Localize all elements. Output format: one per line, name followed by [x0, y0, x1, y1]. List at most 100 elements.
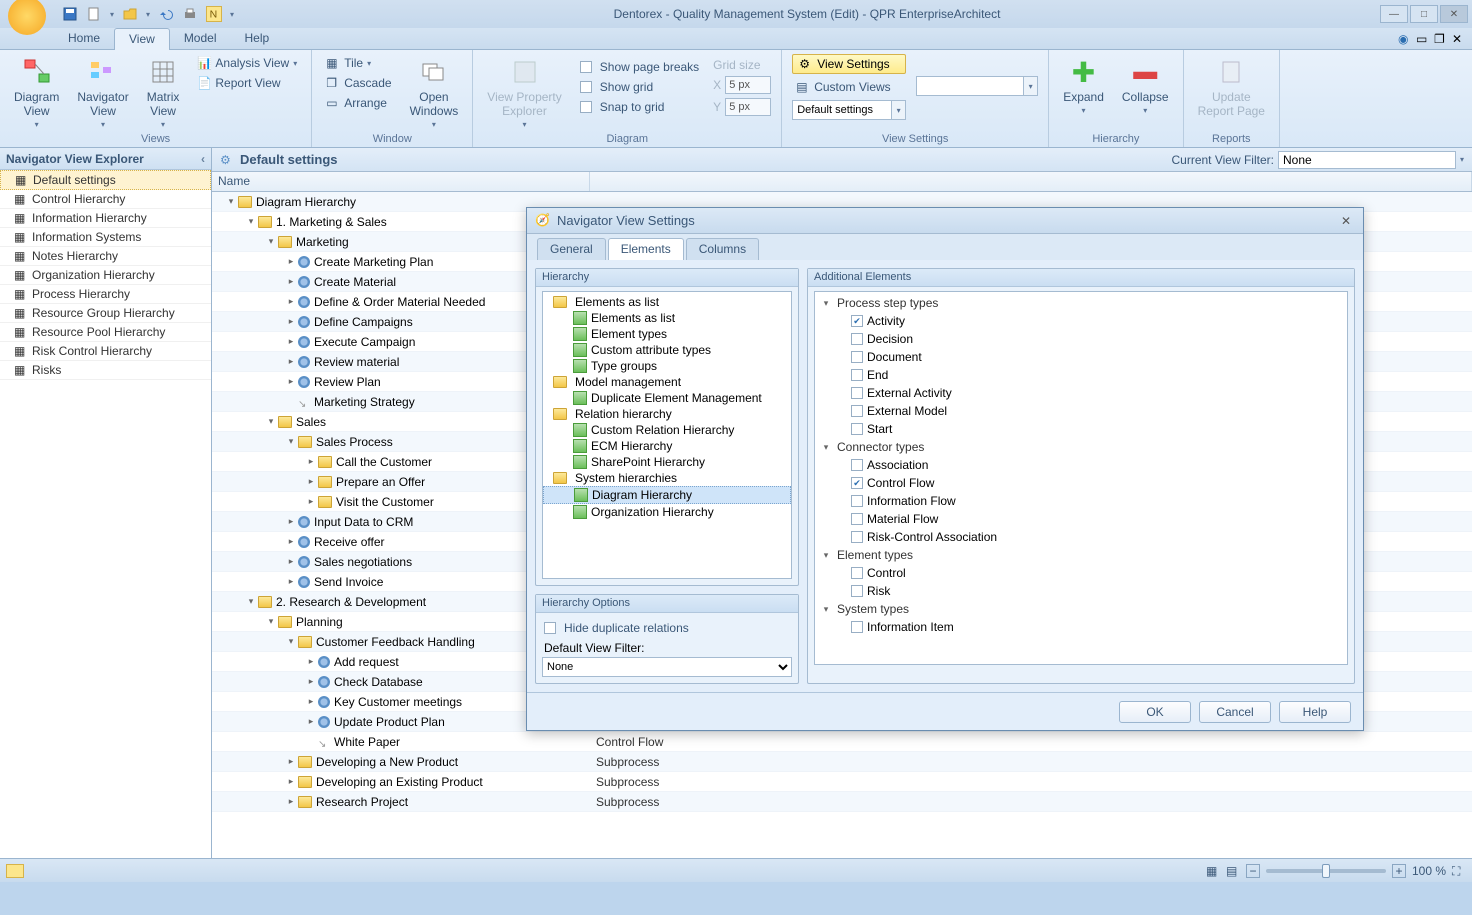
checkbox[interactable] [851, 513, 863, 525]
nav-item[interactable]: ▦Notes Hierarchy [0, 247, 211, 266]
toggle-icon[interactable]: ▸ [286, 277, 296, 287]
dropdown-icon[interactable]: ▾ [146, 10, 150, 19]
ae-item[interactable]: Information Flow [815, 492, 1347, 510]
tab-elements[interactable]: Elements [608, 238, 684, 260]
close-child-icon[interactable]: ✕ [1452, 32, 1466, 46]
restore-icon[interactable]: ❐ [1434, 32, 1448, 46]
nav-item[interactable]: ▦Resource Group Hierarchy [0, 304, 211, 323]
chevron-down-icon[interactable]: ▾ [1024, 76, 1038, 96]
dialog-close-icon[interactable]: ✕ [1337, 214, 1355, 228]
min-ribbon-icon[interactable]: ▭ [1416, 32, 1430, 46]
column-name-header[interactable]: Name [212, 172, 590, 191]
hierarchy-item[interactable]: Duplicate Element Management [543, 390, 791, 406]
help-icon[interactable]: ◉ [1398, 32, 1412, 46]
view-settings-select[interactable] [792, 100, 892, 120]
nav-icon[interactable]: N [206, 6, 222, 22]
checkbox[interactable] [851, 423, 863, 435]
nav-item[interactable]: ▦Information Hierarchy [0, 209, 211, 228]
close-button[interactable]: ✕ [1440, 5, 1468, 23]
hierarchy-item[interactable]: ECM Hierarchy [543, 438, 791, 454]
ae-item[interactable]: External Model [815, 402, 1347, 420]
ae-item[interactable]: ✔Control Flow [815, 474, 1347, 492]
toggle-icon[interactable]: ▸ [286, 337, 296, 347]
arrange-button[interactable]: ▭Arrange [322, 94, 395, 112]
tab-model[interactable]: Model [170, 28, 231, 49]
hierarchy-item[interactable]: Custom attribute types [543, 342, 791, 358]
ae-item[interactable]: Control [815, 564, 1347, 582]
ae-item[interactable]: Document [815, 348, 1347, 366]
zoom-in-icon[interactable]: + [1392, 864, 1406, 878]
ae-item[interactable]: Decision [815, 330, 1347, 348]
toggle-icon[interactable]: ▸ [286, 757, 296, 767]
ae-item[interactable]: End [815, 366, 1347, 384]
hierarchy-tree[interactable]: Elements as listElements as listElement … [542, 291, 792, 579]
zoom-slider[interactable] [1266, 869, 1386, 873]
checkbox[interactable] [851, 369, 863, 381]
view-settings-button[interactable]: ⚙View Settings [792, 54, 906, 74]
view-settings-extra-input[interactable] [916, 76, 1024, 96]
default-view-filter-select[interactable]: None [542, 657, 792, 677]
toggle-icon[interactable]: ▸ [286, 797, 296, 807]
additional-elements-list[interactable]: ▾Process step types✔ActivityDecisionDocu… [814, 291, 1348, 665]
ae-item[interactable]: Information Item [815, 618, 1347, 636]
toggle-icon[interactable]: ▸ [286, 317, 296, 327]
ae-group-header[interactable]: ▾Element types [815, 546, 1347, 564]
new-icon[interactable] [86, 6, 102, 22]
checkbox[interactable]: ✔ [851, 477, 863, 489]
nav-item[interactable]: ▦Default settings [0, 170, 211, 190]
toggle-icon[interactable]: ▸ [286, 557, 296, 567]
chevron-down-icon[interactable]: ▾ [1460, 155, 1464, 164]
toggle-icon[interactable]: ▸ [286, 357, 296, 367]
hierarchy-item[interactable]: Diagram Hierarchy [543, 486, 791, 504]
cancel-button[interactable]: Cancel [1199, 701, 1271, 723]
collapse-button[interactable]: ▬Collapse▾ [1118, 54, 1173, 117]
ae-item[interactable]: Risk-Control Association [815, 528, 1347, 546]
ae-item[interactable]: External Activity [815, 384, 1347, 402]
toggle-icon[interactable]: ▾ [246, 597, 256, 607]
toggle-icon[interactable]: ▸ [306, 717, 316, 727]
table-row[interactable]: White PaperControl Flow [212, 732, 1472, 752]
checkbox[interactable] [851, 567, 863, 579]
toggle-icon[interactable]: ▾ [286, 637, 296, 647]
save-icon[interactable] [62, 6, 78, 22]
dropdown-icon[interactable]: ▾ [110, 10, 114, 19]
tab-home[interactable]: Home [54, 28, 114, 49]
checkbox[interactable] [851, 333, 863, 345]
nav-item[interactable]: ▦Process Hierarchy [0, 285, 211, 304]
toggle-icon[interactable]: ▸ [286, 517, 296, 527]
table-row[interactable]: ▸Research ProjectSubprocess [212, 792, 1472, 812]
checkbox[interactable] [851, 531, 863, 543]
tree-grid[interactable]: 🧭 Navigator View Settings ✕ General Elem… [212, 192, 1472, 858]
nav-item[interactable]: ▦Risk Control Hierarchy [0, 342, 211, 361]
zoom-out-icon[interactable]: − [1246, 864, 1260, 878]
ae-item[interactable]: Material Flow [815, 510, 1347, 528]
checkbox[interactable] [851, 621, 863, 633]
toggle-icon[interactable]: ▸ [286, 257, 296, 267]
collapse-panel-icon[interactable]: ‹ [201, 152, 205, 166]
toggle-icon[interactable]: ▸ [306, 457, 316, 467]
nav-item[interactable]: ▦Resource Pool Hierarchy [0, 323, 211, 342]
hierarchy-item[interactable]: Relation hierarchy [543, 406, 791, 422]
toggle-icon[interactable]: ▾ [266, 617, 276, 627]
toggle-icon[interactable]: ▸ [286, 577, 296, 587]
toggle-icon[interactable]: ▸ [306, 697, 316, 707]
tab-help[interactable]: Help [231, 28, 284, 49]
undo-icon[interactable] [158, 6, 174, 22]
hierarchy-item[interactable]: Element types [543, 326, 791, 342]
tile-button[interactable]: ▦Tile▾ [322, 54, 395, 72]
fullscreen-icon[interactable]: ⛶ [1452, 864, 1466, 878]
toggle-icon[interactable]: ▾ [286, 437, 296, 447]
checkbox[interactable]: ✔ [851, 315, 863, 327]
ae-item[interactable]: Risk [815, 582, 1347, 600]
toggle-icon[interactable]: ▸ [286, 537, 296, 547]
hide-duplicates-check[interactable]: Hide duplicate relations [542, 617, 792, 639]
nav-item[interactable]: ▦Control Hierarchy [0, 190, 211, 209]
ae-group-header[interactable]: ▾Connector types [815, 438, 1347, 456]
hierarchy-item[interactable]: Custom Relation Hierarchy [543, 422, 791, 438]
toggle-icon[interactable]: ▾ [226, 197, 236, 207]
matrix-view-button[interactable]: Matrix View▾ [143, 54, 184, 131]
hierarchy-item[interactable]: Type groups [543, 358, 791, 374]
checkbox[interactable] [851, 585, 863, 597]
minimize-button[interactable]: — [1380, 5, 1408, 23]
chevron-down-icon[interactable]: ▾ [892, 100, 906, 120]
